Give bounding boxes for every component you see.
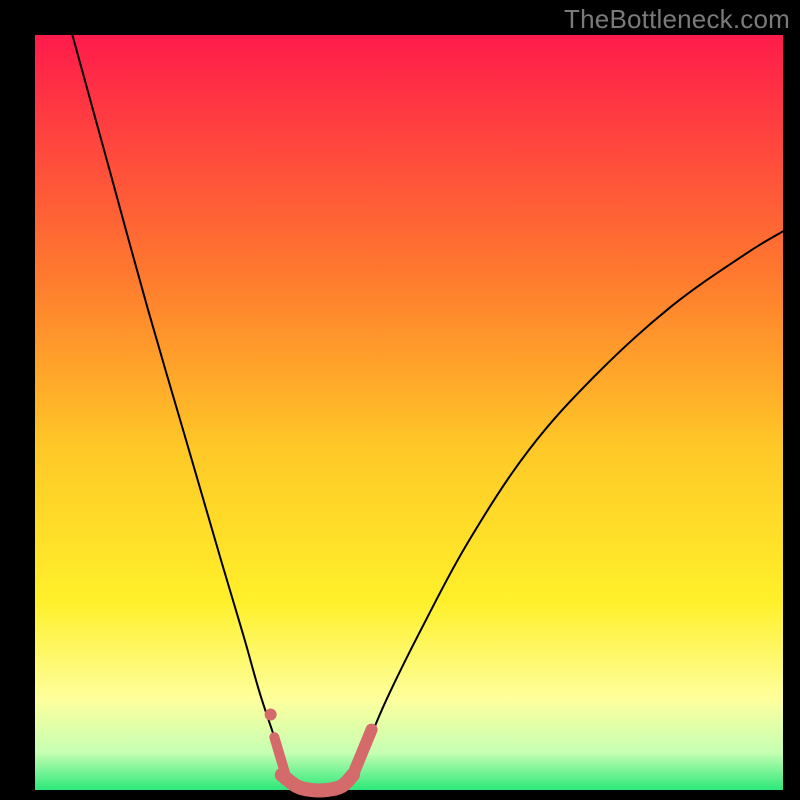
bottleneck-chart xyxy=(0,0,800,800)
watermark-label: TheBottleneck.com xyxy=(564,4,790,35)
dot-left xyxy=(265,709,277,721)
marker-group xyxy=(265,709,277,721)
gradient-background xyxy=(35,35,783,790)
chart-stage: TheBottleneck.com xyxy=(0,0,800,800)
